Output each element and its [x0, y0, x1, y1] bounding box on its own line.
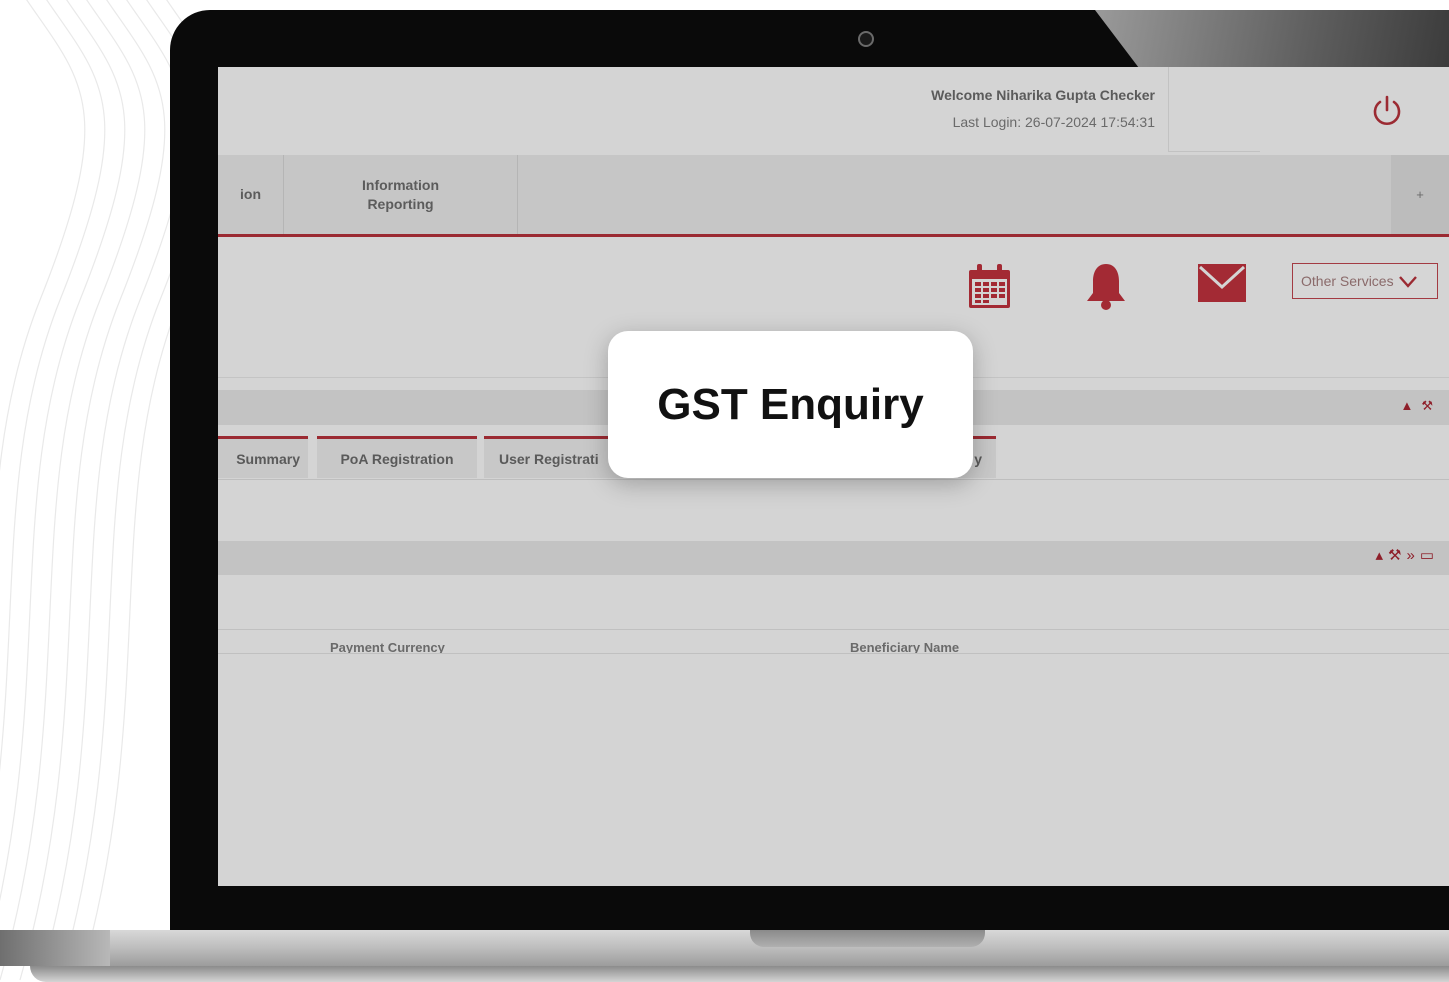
tab-label: y — [974, 450, 982, 467]
tab-summary[interactable]: Summary — [218, 436, 308, 478]
tab-poa-registration[interactable]: PoA Registration — [317, 436, 477, 478]
tab-label: User Registrati — [499, 450, 599, 467]
plus-icon: + — [1416, 187, 1424, 202]
other-services-label: Other Services — [1301, 273, 1394, 289]
webcam — [858, 31, 874, 47]
app-header: Welcome Niharika Gupta Checker Last Logi… — [218, 67, 1449, 155]
filter-band — [218, 575, 1449, 630]
header-divider — [1168, 151, 1260, 152]
panel-tools: ▲⚒ — [1400, 398, 1441, 414]
chevron-down-icon — [1398, 276, 1417, 288]
laptop-base-shade — [0, 930, 110, 966]
nav-item[interactable]: ion — [218, 155, 284, 234]
last-login-text: Last Login: 26-07-2024 17:54:31 — [952, 114, 1155, 130]
tab-user-registration[interactable]: User Registrati — [484, 436, 624, 478]
tab-label: PoA Registration — [340, 450, 454, 467]
laptop-base-edge — [30, 966, 1449, 982]
other-services-dropdown[interactable]: Other Services — [1292, 263, 1438, 299]
panel-header: ▴⚒»▭ — [218, 541, 1449, 575]
toolbar: Other Services — [218, 237, 1449, 324]
laptop-base — [0, 930, 1449, 966]
collapse-icon[interactable]: ▲ — [1400, 398, 1421, 413]
calendar-icon[interactable] — [967, 262, 1012, 310]
wrench-icon[interactable]: ⚒ — [1388, 547, 1406, 564]
screen-glare — [1095, 10, 1449, 67]
nav-item-information-reporting[interactable]: Information Reporting — [284, 155, 518, 234]
nav-item-label: Information Reporting — [362, 176, 439, 212]
wrench-icon[interactable]: ⚒ — [1421, 398, 1441, 413]
popup-title: GST Enquiry — [657, 379, 924, 429]
header-divider — [1168, 67, 1169, 152]
nav-more-button[interactable]: + — [1391, 155, 1449, 234]
column-header[interactable]: Beneficiary Name — [850, 640, 959, 653]
mail-icon[interactable] — [1197, 263, 1247, 303]
panel-tools: ▴⚒»▭ — [1375, 546, 1439, 564]
main-nav: ion Information Reporting + — [218, 155, 1449, 237]
collapse-icon[interactable]: ▴ — [1375, 547, 1388, 564]
nav-item-label: ion — [240, 186, 261, 202]
maximize-icon[interactable]: ▭ — [1420, 547, 1439, 564]
bell-icon[interactable] — [1084, 261, 1128, 311]
column-header[interactable]: Payment Currency — [330, 640, 445, 653]
welcome-text: Welcome Niharika Gupta Checker — [931, 87, 1155, 103]
expand-icon[interactable]: » — [1406, 547, 1419, 564]
gst-enquiry-popup[interactable]: GST Enquiry — [608, 331, 973, 478]
table-header-row: Payment Currency Beneficiary Name — [218, 630, 1449, 654]
power-icon[interactable] — [1370, 94, 1404, 128]
tab-label: Summary — [236, 450, 300, 467]
laptop-notch — [750, 930, 985, 947]
